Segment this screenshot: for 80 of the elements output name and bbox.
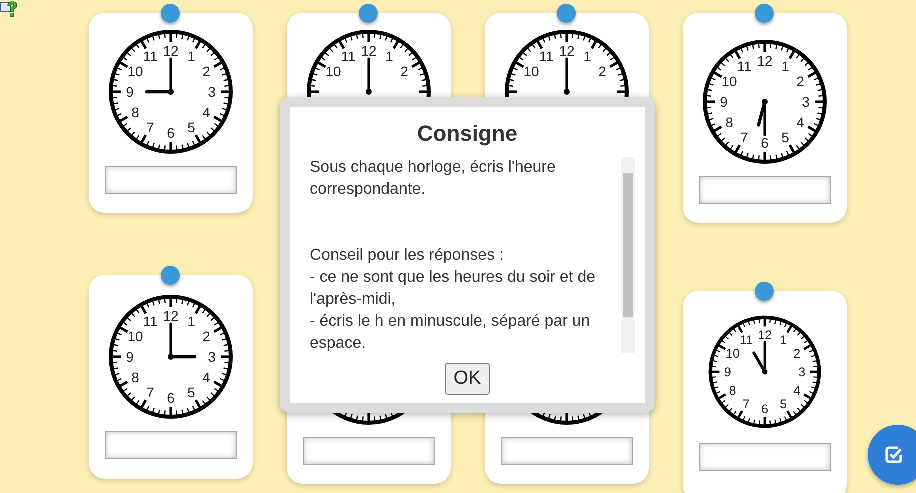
clock-numeral: 11 [341,48,356,64]
clock-numeral: 2 [598,64,606,80]
clock-numeral: 5 [782,130,790,146]
clock-numeral: 9 [126,349,134,365]
hour-hand [752,352,766,374]
checkbox-icon [884,445,904,465]
ok-button[interactable]: OK [444,363,490,395]
clock-numeral: 12 [361,43,377,59]
clock-numeral: 2 [400,64,408,80]
clock-numeral: 11 [143,48,158,64]
clock-numeral: 10 [524,64,540,80]
clock-numeral: 5 [780,398,788,412]
clock-numeral: 6 [761,135,769,151]
clock-numeral: 3 [798,366,806,380]
clock-numeral: 10 [722,74,738,90]
pin-icon [161,266,180,285]
instruction-text: Sous chaque horloge, écris l'heure correspondante. [310,158,557,200]
scrollbar[interactable] [621,157,635,353]
clock-numeral: 9 [724,366,732,380]
clock-numeral: 1 [584,48,592,64]
clock-numeral: 6 [167,390,175,406]
clock-numeral: 2 [202,64,210,80]
clock-numeral: 4 [202,370,210,386]
clock-numeral: 8 [132,104,140,120]
clock-numeral: 1 [188,314,196,330]
pin-icon [755,282,774,301]
clock-numeral: 12 [559,43,575,59]
clock-numeral: 1 [386,48,394,64]
clock-numeral: 3 [802,94,810,110]
clock-numeral: 7 [740,130,748,146]
answer-field[interactable] [105,166,237,194]
clock-numeral: 8 [132,370,140,386]
clock-numeral: 10 [726,346,740,361]
answer-field[interactable] [699,443,831,471]
clock-numeral: 6 [167,125,175,141]
clock-numeral: 7 [146,384,154,400]
instruction-text: Conseil pour les réponses : [310,246,505,266]
clock-numeral: 12 [163,43,179,59]
instruction-text: - ce ne sont que les heures du soir et de l'après-midi, [310,268,597,310]
clock-numeral: 10 [128,64,144,80]
clock-numeral: 3 [208,349,216,365]
pin-icon [755,4,774,23]
clock-numeral: 6 [761,402,769,417]
clock-numeral: 1 [782,58,790,74]
clock-numeral: 3 [208,84,216,100]
clock-numeral: 11 [539,48,554,64]
clock-numeral: 10 [326,64,342,80]
clock-numeral: 5 [188,384,196,400]
clock-numeral: 9 [720,94,728,110]
clock-numeral: 4 [202,104,210,120]
pin-icon [359,4,378,23]
clock-numeral: 11 [143,314,158,330]
clock-numeral: 2 [202,328,210,344]
clock-numeral: 11 [737,58,752,74]
answer-field[interactable] [699,176,831,204]
clock-numeral: 9 [126,84,134,100]
pin-icon [161,4,180,23]
clock-numeral: 12 [757,53,773,69]
answer-field[interactable] [105,431,237,459]
clock-numeral: 2 [796,74,804,90]
clock-numeral: 12 [758,328,772,342]
clock-numeral: 4 [794,384,801,398]
clock-numeral: 7 [146,120,154,136]
clock-numeral: 1 [780,333,788,348]
clock-numeral: 5 [188,120,196,136]
clock-numeral: 12 [163,308,179,324]
clock-numeral: 8 [729,384,736,398]
clock-numeral: 2 [794,346,801,361]
clock-numeral: 8 [726,114,734,130]
answer-field[interactable] [501,437,633,465]
check-button[interactable] [868,425,916,485]
dialog-title: Consigne [417,121,518,147]
instruction-text: - écris le h en minuscule, séparé par un espace. [310,312,592,354]
clock-numeral: 1 [188,48,196,64]
pin-icon [557,4,576,23]
clock-numeral: 10 [128,328,144,344]
answer-field[interactable] [303,437,435,465]
clock-numeral: 7 [742,398,750,412]
clock-numeral: 4 [796,114,804,130]
clock-numeral: 11 [740,333,753,348]
